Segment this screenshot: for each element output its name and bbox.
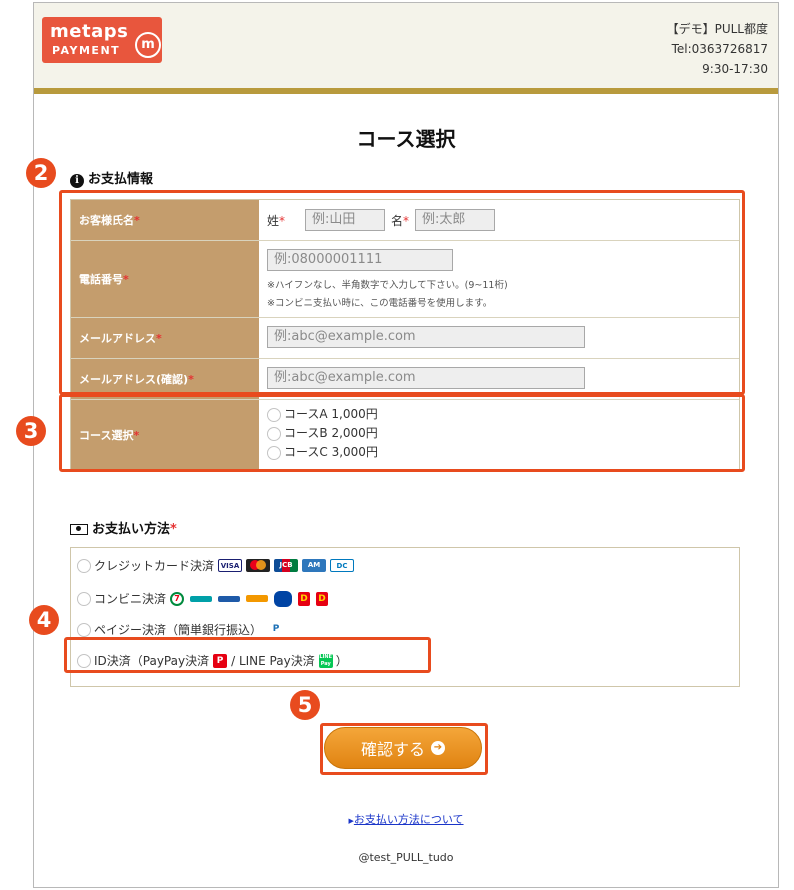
footer-text: @test_PULL_tudo (358, 851, 454, 864)
diners-icon: DC (330, 559, 355, 572)
header-divider (34, 88, 778, 94)
amex-icon: AM (302, 559, 327, 572)
payment-info-heading-text: お支払情報 (88, 172, 154, 187)
konbini-radio[interactable] (77, 591, 91, 606)
money-icon (70, 524, 88, 535)
logo-subtext: PAYMENT (52, 44, 121, 57)
daily-yamazaki-icon (274, 590, 293, 607)
business-hours: 9:30-17:30 (702, 62, 768, 76)
payment-option-konbini[interactable]: コンビニ決済 7 D D (77, 590, 329, 607)
about-payment-link[interactable]: ▶お支払い方法について (34, 811, 778, 827)
highlight-payment-info (59, 190, 745, 395)
credit-label: クレジットカード決済 (94, 559, 215, 573)
konbini-label: コンビニ決済 (94, 592, 167, 606)
step-badge-2: 2 (26, 158, 56, 188)
lawson-icon (218, 595, 241, 602)
contact-info: 【デモ】PULL都度 Tel:0363726817 9:30-17:30 (667, 19, 768, 79)
payment-info-heading: i お支払情報 (70, 168, 153, 188)
step-badge-5: 5 (290, 690, 320, 720)
logo-text: metaps (50, 21, 129, 42)
page-title: コース選択 (356, 127, 456, 151)
payeasy-radio[interactable] (77, 622, 91, 637)
info-icon: i (70, 174, 84, 188)
seven-eleven-icon: 7 (170, 591, 185, 606)
highlight-course (59, 394, 745, 472)
yamazaki-icon: D (316, 591, 329, 606)
metaps-payment-logo: metaps PAYMENT m (42, 17, 162, 63)
mastercard-icon (246, 559, 271, 572)
payment-option-credit[interactable]: クレジットカード決済 VISA JCB AM DC (77, 557, 355, 574)
step-badge-3: 3 (16, 416, 46, 446)
required-mark: * (170, 522, 177, 537)
highlight-id-payment (64, 637, 431, 673)
credit-radio[interactable] (77, 558, 91, 573)
payment-method-heading-text: お支払い方法 (92, 522, 171, 537)
payment-option-payeasy[interactable]: ペイジー決済（簡単銀行振込） P (77, 621, 285, 638)
header: metaps PAYMENT m 【デモ】PULL都度 Tel:03637268… (34, 3, 778, 88)
ministop-icon (246, 595, 269, 602)
seicomart-icon: D (298, 591, 311, 606)
jcb-icon: JCB (274, 559, 299, 572)
step-badge-4: 4 (29, 605, 59, 635)
logo-mark-icon: m (135, 32, 161, 58)
visa-icon: VISA (218, 559, 243, 572)
familymart-icon (190, 595, 213, 602)
payment-method-heading: お支払い方法* (70, 518, 177, 537)
payeasy-label: ペイジー決済（簡単銀行振込） (94, 623, 263, 637)
payeasy-icon: P (268, 622, 285, 637)
about-payment-link-text[interactable]: お支払い方法について (354, 813, 464, 826)
phone-number: Tel:0363726817 (671, 42, 768, 56)
highlight-confirm-button (320, 723, 488, 775)
company-name: 【デモ】PULL都度 (666, 22, 768, 36)
